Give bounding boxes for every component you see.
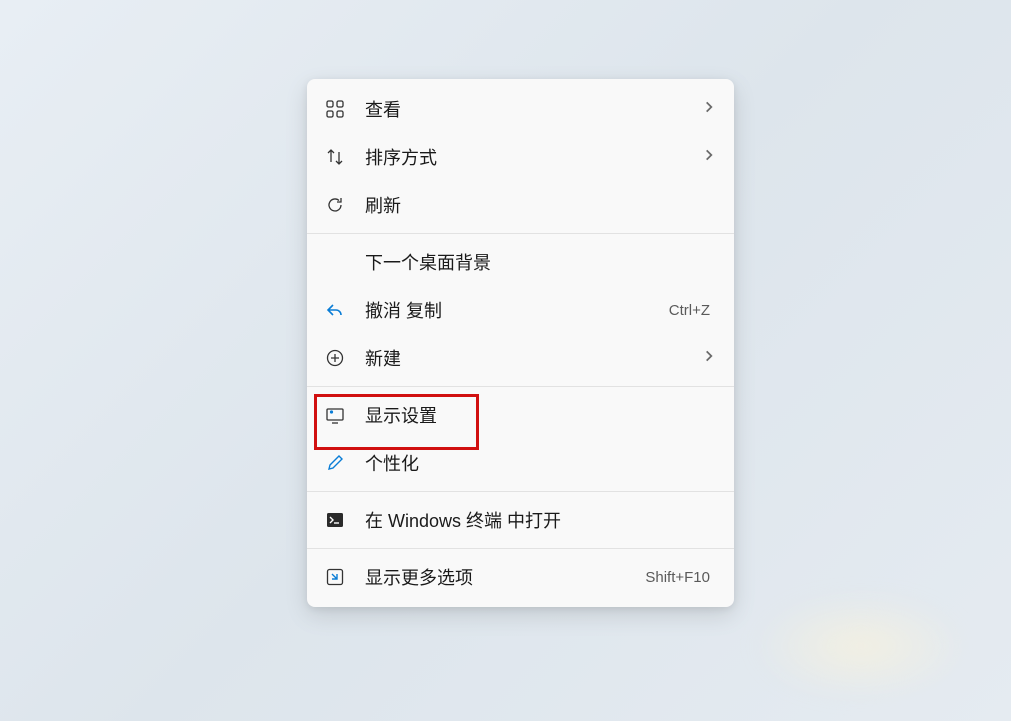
menu-item-label: 在 Windows 终端 中打开 xyxy=(365,507,716,533)
chevron-right-icon xyxy=(702,148,716,167)
chevron-right-icon xyxy=(702,100,716,119)
menu-item-view[interactable]: 查看 xyxy=(307,85,734,133)
menu-item-display-settings[interactable]: 显示设置 xyxy=(307,391,734,439)
menu-item-label: 排序方式 xyxy=(365,144,702,170)
menu-item-open-terminal[interactable]: 在 Windows 终端 中打开 xyxy=(307,496,734,544)
terminal-icon xyxy=(325,510,365,530)
menu-divider xyxy=(307,491,734,492)
menu-item-refresh[interactable]: 刷新 xyxy=(307,181,734,229)
undo-icon xyxy=(325,300,365,320)
menu-item-label: 新建 xyxy=(365,345,702,371)
plus-circle-icon xyxy=(325,348,365,368)
menu-item-personalize[interactable]: 个性化 xyxy=(307,439,734,487)
background-glow xyxy=(751,591,971,701)
menu-divider xyxy=(307,386,734,387)
menu-divider xyxy=(307,233,734,234)
chevron-right-icon xyxy=(702,349,716,368)
grid-icon xyxy=(325,99,365,119)
menu-item-show-more-options[interactable]: 显示更多选项 Shift+F10 xyxy=(307,553,734,601)
menu-item-undo[interactable]: 撤消 复制 Ctrl+Z xyxy=(307,286,734,334)
refresh-icon xyxy=(325,195,365,215)
menu-item-next-background[interactable]: 下一个桌面背景 xyxy=(307,238,734,286)
desktop-context-menu: 查看 排序方式 刷新 下一个桌面背景 xyxy=(307,79,734,607)
menu-item-label: 查看 xyxy=(365,96,702,122)
menu-item-shortcut: Shift+F10 xyxy=(645,569,710,586)
menu-item-label: 个性化 xyxy=(365,450,716,476)
menu-item-new[interactable]: 新建 xyxy=(307,334,734,382)
menu-item-label: 下一个桌面背景 xyxy=(365,249,716,275)
menu-item-label: 显示更多选项 xyxy=(365,564,645,590)
menu-item-shortcut: Ctrl+Z xyxy=(669,302,710,319)
display-settings-icon xyxy=(325,405,365,425)
menu-item-sort[interactable]: 排序方式 xyxy=(307,133,734,181)
menu-divider xyxy=(307,548,734,549)
paintbrush-icon xyxy=(325,453,365,473)
menu-item-label: 刷新 xyxy=(365,192,716,218)
menu-item-label: 撤消 复制 xyxy=(365,297,669,323)
sort-icon xyxy=(325,147,365,167)
more-options-icon xyxy=(325,567,365,587)
menu-item-label: 显示设置 xyxy=(365,402,716,428)
